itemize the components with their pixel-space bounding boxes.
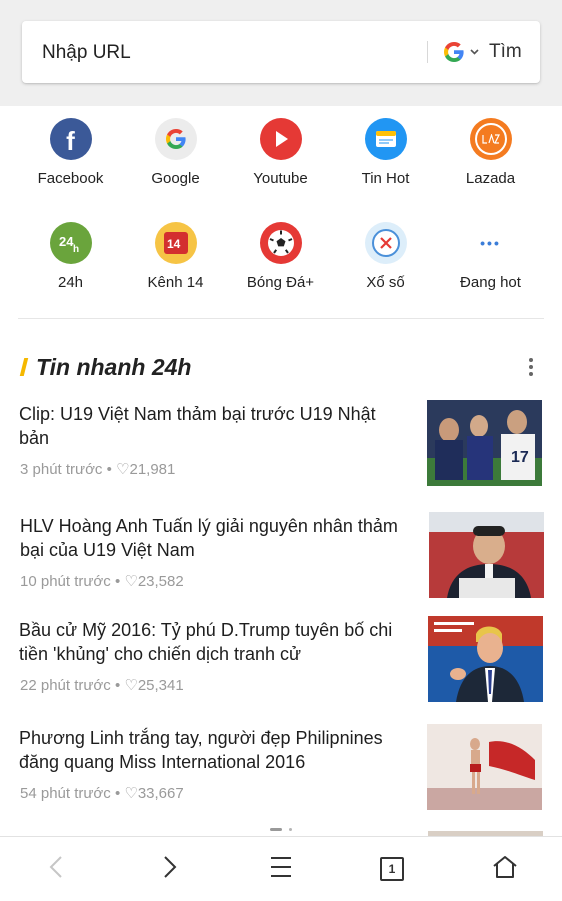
news-title[interactable]: Clip: U19 Việt Nam thảm bại trước U19 Nh… <box>19 402 409 450</box>
quick-link-label: Facebook <box>37 170 104 187</box>
quick-link-label: Đang hot <box>460 274 521 291</box>
news-meta: 10 phút trước • ♡23,582 <box>20 572 184 590</box>
news-item[interactable]: HLV Hoàng Anh Tuấn lý giải nguyên nhân t… <box>0 512 562 608</box>
menu-button[interactable] <box>241 837 321 901</box>
news-time: 22 phút trước <box>20 677 111 694</box>
news-title[interactable]: Bầu cử Mỹ 2016: Tỷ phú D.Trump tuyên bố … <box>19 618 409 666</box>
section-title: Tin nhanh 24h <box>36 354 192 380</box>
svg-text:h: h <box>73 244 79 254</box>
search-divider <box>427 41 428 63</box>
quick-link-label: 24h <box>57 274 84 291</box>
news-item[interactable]: Clip: U19 Việt Nam thảm bại trước U19 Nh… <box>0 400 562 496</box>
chevron-down-icon <box>470 49 479 55</box>
heart-icon: ♡ <box>124 573 138 590</box>
heart-icon: ♡ <box>124 785 138 802</box>
divider <box>18 318 544 319</box>
tabs-button[interactable]: 1 <box>352 837 432 901</box>
quick-link-24h[interactable]: 24 h 24h <box>18 222 123 291</box>
news-meta: 54 phút trước • ♡33,667 <box>20 784 184 802</box>
quick-link-kenh14[interactable]: 14 Kênh 14 <box>123 222 228 291</box>
meta-separator: • <box>114 677 121 694</box>
quick-link-google[interactable]: Google <box>123 118 228 187</box>
heart-icon: ♡ <box>124 677 138 694</box>
quick-link-youtube[interactable]: Youtube <box>228 118 333 187</box>
meta-separator: • <box>106 461 112 478</box>
meta-separator: • <box>114 785 121 802</box>
more-options-icon[interactable] <box>528 358 534 378</box>
quick-link-label: Xổ số <box>366 274 405 291</box>
news-thumbnail[interactable] <box>428 616 543 702</box>
google-g-icon <box>442 40 466 64</box>
tab-count-icon: 1 <box>380 857 404 881</box>
meta-separator: • <box>114 573 121 590</box>
chevron-left-icon <box>49 855 63 884</box>
lottery-icon <box>364 222 407 264</box>
tin-hot-icon <box>364 118 407 160</box>
quick-link-xo-so[interactable]: Xổ số <box>333 222 438 291</box>
news-time: 3 phút trước <box>20 461 103 478</box>
news-likes: 23,582 <box>137 573 184 590</box>
quick-link-facebook[interactable]: f Facebook <box>18 118 123 187</box>
news-likes: 21,981 <box>129 461 176 478</box>
facebook-icon: f <box>49 118 92 160</box>
heart-icon: ♡ <box>116 461 130 478</box>
back-button[interactable] <box>16 837 96 901</box>
lazada-icon <box>469 118 512 160</box>
news-thumbnail[interactable] <box>427 724 542 810</box>
hamburger-menu-icon <box>270 856 292 883</box>
svg-text:17: 17 <box>511 449 529 466</box>
news-title[interactable]: HLV Hoàng Anh Tuấn lý giải nguyên nhân t… <box>20 514 410 562</box>
top-bar: Tìm <box>0 0 562 106</box>
quick-link-lazada[interactable]: Lazada <box>438 118 543 187</box>
news-meta: 3 phút trước • ♡21,981 <box>20 460 175 478</box>
news-time: 54 phút trước <box>20 785 111 802</box>
chevron-right-icon <box>163 855 177 884</box>
quick-link-label: Kênh 14 <box>147 274 204 291</box>
news-thumbnail[interactable] <box>429 512 544 598</box>
news-item[interactable]: Bầu cử Mỹ 2016: Tỷ phú D.Trump tuyên bố … <box>0 616 562 712</box>
24h-icon: 24 h <box>49 222 92 264</box>
home-button[interactable] <box>465 837 545 901</box>
quick-link-label: Lazada <box>465 170 516 187</box>
google-icon <box>154 118 197 160</box>
quick-link-label: Tin Hot <box>361 170 410 187</box>
svg-text:14: 14 <box>167 237 181 250</box>
soccer-ball-icon <box>259 222 302 264</box>
quick-link-bong-da[interactable]: Bóng Đá+ <box>228 222 333 291</box>
kenh14-icon: 14 <box>154 222 197 264</box>
section-header: Tin nhanh 24h <box>19 350 546 384</box>
section-accent-bar <box>19 358 29 376</box>
news-likes: 25,341 <box>137 677 184 694</box>
news-item[interactable]: Phương Linh trắng tay, người đẹp Philipn… <box>0 724 562 820</box>
search-bar[interactable]: Tìm <box>22 21 540 85</box>
bottom-navigation: 1 <box>0 836 562 901</box>
more-dots-icon: ••• <box>470 222 512 264</box>
quick-link-dang-hot[interactable]: ••• Đang hot <box>438 222 543 291</box>
search-button[interactable]: Tìm <box>489 21 522 83</box>
youtube-icon <box>259 118 302 160</box>
search-engine-selector[interactable] <box>442 39 479 65</box>
news-time: 10 phút trước <box>20 573 111 590</box>
news-title[interactable]: Phương Linh trắng tay, người đẹp Philipn… <box>19 726 409 774</box>
svg-text:24: 24 <box>59 234 74 249</box>
forward-button[interactable] <box>130 837 210 901</box>
quick-link-tin-hot[interactable]: Tin Hot <box>333 118 438 187</box>
quick-link-label: Bóng Đá+ <box>246 274 315 291</box>
home-icon <box>492 855 518 884</box>
news-meta: 22 phút trước • ♡25,341 <box>20 676 184 694</box>
news-thumbnail[interactable]: 17 <box>427 400 542 486</box>
more-dots-glyph: ••• <box>480 235 501 251</box>
quick-link-label: Youtube <box>253 170 308 187</box>
url-input[interactable] <box>40 21 424 85</box>
quick-link-label: Google <box>151 170 200 187</box>
news-likes: 33,667 <box>137 785 184 802</box>
